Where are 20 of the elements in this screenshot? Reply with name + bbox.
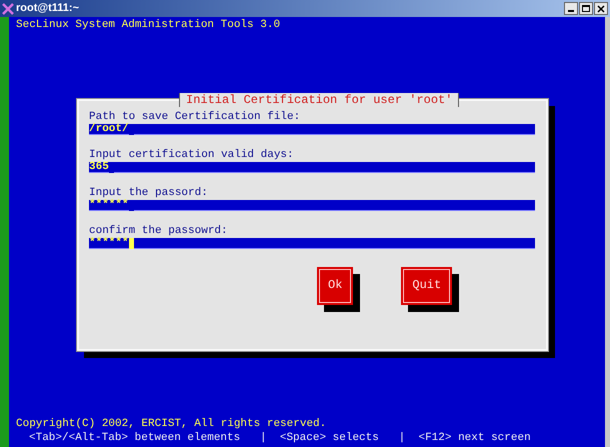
copyright-text: Copyright(C) 2002, ERCIST, All rights reserved. <box>16 417 328 431</box>
field-label: Path to save Certification file: <box>89 111 302 123</box>
help-line: <Tab>/<Alt-Tab> between elements | <Space> selects | <F12> next screen <box>28 431 532 445</box>
input-field[interactable]: ****** <box>89 238 535 249</box>
field-label: Input the passord: <box>89 187 209 199</box>
minimize-button[interactable] <box>564 2 578 15</box>
dialog-button[interactable]: Quit <box>401 267 452 305</box>
maximize-button[interactable] <box>579 2 593 15</box>
close-icon <box>597 4 605 12</box>
field-label: Input certification valid days: <box>89 149 295 162</box>
close-button[interactable] <box>594 2 608 15</box>
dialog-title: Initial Certification for user 'root' <box>179 93 460 107</box>
window-title: root@t111:~ <box>16 1 79 16</box>
input-field[interactable]: ****** <box>89 200 535 211</box>
dialog-button[interactable]: Ok <box>317 267 354 305</box>
app-header: SecLinux System Administration Tools 3.0 <box>16 18 282 32</box>
field-label: confirm the passowrd: <box>89 225 229 237</box>
input-field[interactable]: /root/ <box>89 124 535 135</box>
x-logo-icon <box>2 2 14 14</box>
input-field[interactable]: 365 <box>89 162 535 173</box>
